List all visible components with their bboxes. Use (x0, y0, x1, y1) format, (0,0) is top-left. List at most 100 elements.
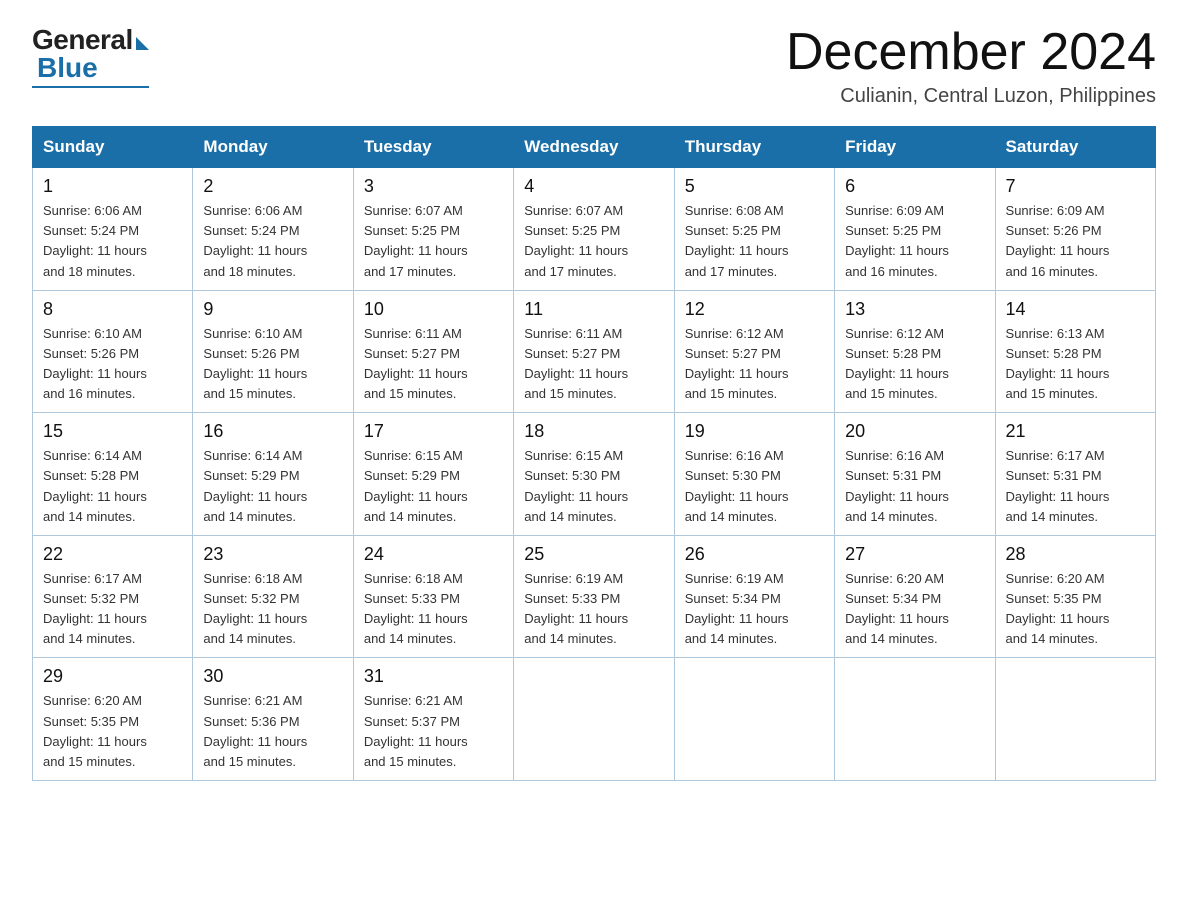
calendar-cell: 14 Sunrise: 6:13 AMSunset: 5:28 PMDaylig… (995, 290, 1155, 413)
day-number: 18 (524, 421, 665, 442)
day-info: Sunrise: 6:15 AMSunset: 5:29 PMDaylight:… (364, 448, 468, 523)
day-number: 17 (364, 421, 505, 442)
calendar-cell: 7 Sunrise: 6:09 AMSunset: 5:26 PMDayligh… (995, 168, 1155, 291)
day-number: 8 (43, 299, 184, 320)
day-number: 13 (845, 299, 986, 320)
day-info: Sunrise: 6:16 AMSunset: 5:31 PMDaylight:… (845, 448, 949, 523)
day-number: 14 (1006, 299, 1147, 320)
day-info: Sunrise: 6:21 AMSunset: 5:36 PMDaylight:… (203, 693, 307, 768)
day-info: Sunrise: 6:06 AMSunset: 5:24 PMDaylight:… (43, 203, 147, 278)
day-number: 16 (203, 421, 344, 442)
calendar-location: Culianin, Central Luzon, Philippines (786, 85, 1156, 108)
day-info: Sunrise: 6:07 AMSunset: 5:25 PMDaylight:… (364, 203, 468, 278)
day-info: Sunrise: 6:10 AMSunset: 5:26 PMDaylight:… (203, 326, 307, 401)
day-info: Sunrise: 6:09 AMSunset: 5:26 PMDaylight:… (1006, 203, 1110, 278)
day-number: 29 (43, 666, 184, 687)
day-info: Sunrise: 6:11 AMSunset: 5:27 PMDaylight:… (524, 326, 628, 401)
day-info: Sunrise: 6:17 AMSunset: 5:31 PMDaylight:… (1006, 448, 1110, 523)
calendar-cell: 31 Sunrise: 6:21 AMSunset: 5:37 PMDaylig… (353, 658, 513, 781)
header-thursday: Thursday (674, 127, 834, 168)
logo-triangle-icon (136, 37, 149, 50)
day-info: Sunrise: 6:20 AMSunset: 5:35 PMDaylight:… (1006, 571, 1110, 646)
day-number: 24 (364, 544, 505, 565)
week-row-1: 1 Sunrise: 6:06 AMSunset: 5:24 PMDayligh… (33, 168, 1156, 291)
logo-underline (32, 86, 149, 88)
day-number: 10 (364, 299, 505, 320)
calendar-cell: 2 Sunrise: 6:06 AMSunset: 5:24 PMDayligh… (193, 168, 353, 291)
day-number: 22 (43, 544, 184, 565)
day-info: Sunrise: 6:14 AMSunset: 5:29 PMDaylight:… (203, 448, 307, 523)
day-number: 6 (845, 176, 986, 197)
day-number: 27 (845, 544, 986, 565)
calendar-cell: 18 Sunrise: 6:15 AMSunset: 5:30 PMDaylig… (514, 413, 674, 536)
calendar-cell: 25 Sunrise: 6:19 AMSunset: 5:33 PMDaylig… (514, 535, 674, 658)
calendar-cell: 24 Sunrise: 6:18 AMSunset: 5:33 PMDaylig… (353, 535, 513, 658)
day-info: Sunrise: 6:16 AMSunset: 5:30 PMDaylight:… (685, 448, 789, 523)
calendar-cell: 20 Sunrise: 6:16 AMSunset: 5:31 PMDaylig… (835, 413, 995, 536)
week-row-5: 29 Sunrise: 6:20 AMSunset: 5:35 PMDaylig… (33, 658, 1156, 781)
header-tuesday: Tuesday (353, 127, 513, 168)
day-number: 15 (43, 421, 184, 442)
header-sunday: Sunday (33, 127, 193, 168)
day-info: Sunrise: 6:17 AMSunset: 5:32 PMDaylight:… (43, 571, 147, 646)
calendar-title: December 2024 (786, 24, 1156, 81)
calendar-cell: 13 Sunrise: 6:12 AMSunset: 5:28 PMDaylig… (835, 290, 995, 413)
day-info: Sunrise: 6:08 AMSunset: 5:25 PMDaylight:… (685, 203, 789, 278)
calendar-cell: 12 Sunrise: 6:12 AMSunset: 5:27 PMDaylig… (674, 290, 834, 413)
calendar-header-row: Sunday Monday Tuesday Wednesday Thursday… (33, 127, 1156, 168)
week-row-3: 15 Sunrise: 6:14 AMSunset: 5:28 PMDaylig… (33, 413, 1156, 536)
day-info: Sunrise: 6:21 AMSunset: 5:37 PMDaylight:… (364, 693, 468, 768)
calendar-cell (995, 658, 1155, 781)
calendar-cell (835, 658, 995, 781)
calendar-cell: 28 Sunrise: 6:20 AMSunset: 5:35 PMDaylig… (995, 535, 1155, 658)
calendar-cell: 22 Sunrise: 6:17 AMSunset: 5:32 PMDaylig… (33, 535, 193, 658)
day-info: Sunrise: 6:19 AMSunset: 5:34 PMDaylight:… (685, 571, 789, 646)
day-info: Sunrise: 6:12 AMSunset: 5:28 PMDaylight:… (845, 326, 949, 401)
header-friday: Friday (835, 127, 995, 168)
day-number: 3 (364, 176, 505, 197)
calendar-cell: 27 Sunrise: 6:20 AMSunset: 5:34 PMDaylig… (835, 535, 995, 658)
day-number: 31 (364, 666, 505, 687)
day-number: 28 (1006, 544, 1147, 565)
page-header: General Blue December 2024 Culianin, Cen… (32, 24, 1156, 108)
week-row-4: 22 Sunrise: 6:17 AMSunset: 5:32 PMDaylig… (33, 535, 1156, 658)
day-info: Sunrise: 6:13 AMSunset: 5:28 PMDaylight:… (1006, 326, 1110, 401)
day-number: 7 (1006, 176, 1147, 197)
calendar-cell: 11 Sunrise: 6:11 AMSunset: 5:27 PMDaylig… (514, 290, 674, 413)
calendar-cell: 16 Sunrise: 6:14 AMSunset: 5:29 PMDaylig… (193, 413, 353, 536)
day-info: Sunrise: 6:15 AMSunset: 5:30 PMDaylight:… (524, 448, 628, 523)
calendar-cell: 21 Sunrise: 6:17 AMSunset: 5:31 PMDaylig… (995, 413, 1155, 536)
day-info: Sunrise: 6:18 AMSunset: 5:32 PMDaylight:… (203, 571, 307, 646)
day-info: Sunrise: 6:07 AMSunset: 5:25 PMDaylight:… (524, 203, 628, 278)
calendar-cell: 15 Sunrise: 6:14 AMSunset: 5:28 PMDaylig… (33, 413, 193, 536)
day-number: 9 (203, 299, 344, 320)
day-number: 19 (685, 421, 826, 442)
day-number: 30 (203, 666, 344, 687)
day-info: Sunrise: 6:11 AMSunset: 5:27 PMDaylight:… (364, 326, 468, 401)
calendar-cell: 29 Sunrise: 6:20 AMSunset: 5:35 PMDaylig… (33, 658, 193, 781)
day-number: 23 (203, 544, 344, 565)
calendar-cell: 26 Sunrise: 6:19 AMSunset: 5:34 PMDaylig… (674, 535, 834, 658)
day-info: Sunrise: 6:14 AMSunset: 5:28 PMDaylight:… (43, 448, 147, 523)
day-number: 26 (685, 544, 826, 565)
calendar-cell: 17 Sunrise: 6:15 AMSunset: 5:29 PMDaylig… (353, 413, 513, 536)
day-info: Sunrise: 6:18 AMSunset: 5:33 PMDaylight:… (364, 571, 468, 646)
day-number: 4 (524, 176, 665, 197)
day-info: Sunrise: 6:10 AMSunset: 5:26 PMDaylight:… (43, 326, 147, 401)
header-monday: Monday (193, 127, 353, 168)
day-number: 2 (203, 176, 344, 197)
day-number: 11 (524, 299, 665, 320)
calendar-cell (514, 658, 674, 781)
calendar-cell: 6 Sunrise: 6:09 AMSunset: 5:25 PMDayligh… (835, 168, 995, 291)
title-block: December 2024 Culianin, Central Luzon, P… (786, 24, 1156, 108)
header-saturday: Saturday (995, 127, 1155, 168)
day-info: Sunrise: 6:09 AMSunset: 5:25 PMDaylight:… (845, 203, 949, 278)
calendar-cell: 8 Sunrise: 6:10 AMSunset: 5:26 PMDayligh… (33, 290, 193, 413)
day-info: Sunrise: 6:06 AMSunset: 5:24 PMDaylight:… (203, 203, 307, 278)
calendar-cell: 23 Sunrise: 6:18 AMSunset: 5:32 PMDaylig… (193, 535, 353, 658)
day-number: 25 (524, 544, 665, 565)
calendar-table: Sunday Monday Tuesday Wednesday Thursday… (32, 126, 1156, 781)
calendar-cell: 30 Sunrise: 6:21 AMSunset: 5:36 PMDaylig… (193, 658, 353, 781)
calendar-cell: 9 Sunrise: 6:10 AMSunset: 5:26 PMDayligh… (193, 290, 353, 413)
day-number: 20 (845, 421, 986, 442)
